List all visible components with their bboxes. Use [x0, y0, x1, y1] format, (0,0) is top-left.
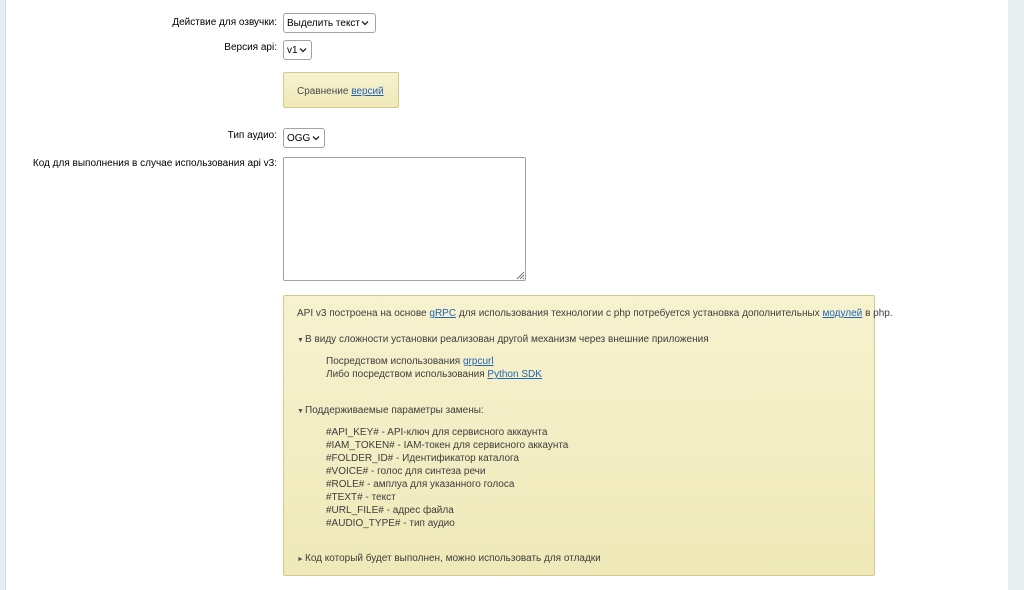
api-version-select[interactable]: v1 — [283, 40, 312, 60]
triangle-down-icon: ▼ — [297, 337, 304, 344]
triangle-down-icon: ▼ — [297, 408, 304, 415]
external-apps-line2: Либо посредством использования Python SD… — [326, 369, 542, 380]
section-external-apps-title: В виду сложности установки реализован др… — [305, 334, 709, 345]
param-item: #IAM_TOKEN# - IAM-токен для сервисного а… — [326, 440, 569, 451]
intro-mid: для использования технологии с php потре… — [458, 308, 820, 319]
chevron-down-icon — [361, 21, 369, 26]
param-item: #AUDIO_TYPE# - тип аудио — [326, 518, 455, 529]
api-version-value: v1 — [287, 44, 298, 56]
voice-action-value: Выделить текст — [287, 17, 361, 29]
intro-text: API v3 построена на основе gRPC для испо… — [297, 308, 893, 319]
compare-versions-link[interactable]: версий — [351, 86, 384, 97]
resize-grip-icon[interactable] — [515, 270, 525, 280]
python-sdk-link[interactable]: Python SDK — [487, 369, 541, 380]
chevron-down-icon — [299, 48, 307, 53]
intro-post: в php. — [865, 308, 893, 319]
grpc-link[interactable]: gRPC — [429, 308, 456, 319]
section-params-title: Поддерживаемые параметры замены: — [305, 405, 484, 416]
param-item: #API_KEY# - API-ключ для сервисного акка… — [326, 427, 548, 438]
intro-pre: API v3 построена на основе — [297, 308, 427, 319]
compare-text: Сравнение — [297, 86, 349, 97]
scrollbar-track[interactable] — [1008, 0, 1024, 590]
triangle-right-icon: ► — [297, 556, 304, 563]
python-sdk-pre: Либо посредством использования — [326, 369, 485, 380]
voice-action-select[interactable]: Выделить текст — [283, 13, 376, 33]
code-textarea[interactable] — [283, 157, 526, 281]
modules-link[interactable]: модулей — [822, 308, 862, 319]
chevron-down-icon — [312, 136, 320, 141]
audio-type-label: Тип аудио: — [227, 130, 277, 141]
audio-type-value: OGG — [287, 132, 311, 144]
param-item: #VOICE# - голос для синтеза речи — [326, 466, 486, 477]
param-item: #TEXT# - текст — [326, 492, 396, 503]
grpcurl-link[interactable]: grpcurl — [463, 356, 494, 367]
api-v3-info-note: API v3 построена на основе gRPC для испо… — [283, 295, 893, 576]
compare-versions-note: Сравнение версий — [283, 72, 399, 108]
code-label: Код для выполнения в случае использовани… — [32, 158, 277, 169]
section-external-apps-toggle[interactable]: ▼В виду сложности установки реализован д… — [297, 334, 709, 345]
section-params-toggle[interactable]: ▼Поддерживаемые параметры замены: — [297, 405, 484, 416]
section-debug-toggle[interactable]: ►Код который будет выполнен, можно испол… — [297, 553, 601, 564]
audio-type-select[interactable]: OGG — [283, 128, 325, 148]
api-version-label: Версия api: — [224, 42, 277, 53]
param-item: #FOLDER_ID# - Идентификатор каталога — [326, 453, 519, 464]
grpcurl-pre: Посредством использования — [326, 356, 461, 367]
param-item: #URL_FILE# - адрес файла — [326, 505, 454, 516]
param-item: #ROLE# - амплуа для указанного голоса — [326, 479, 515, 490]
section-debug-title: Код который будет выполнен, можно исполь… — [305, 553, 601, 564]
external-apps-line1: Посредством использования grpcurl — [326, 356, 494, 367]
voice-action-label: Действие для озвучки: — [172, 17, 277, 28]
